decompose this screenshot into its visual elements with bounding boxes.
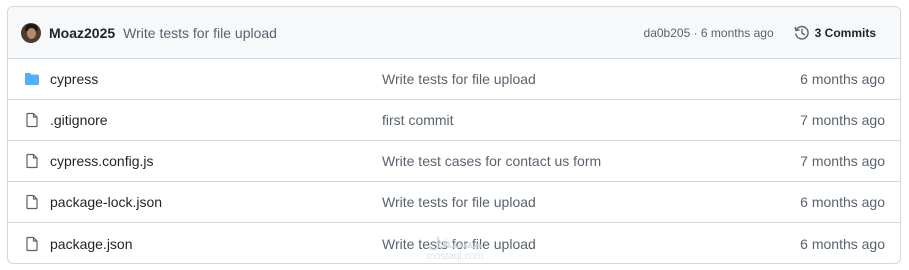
file-commit-message-link[interactable]: Write tests for file upload [382,194,800,210]
commits-label: 3 Commits [814,25,876,40]
file-name-link[interactable]: cypress.config.js [50,153,382,169]
file-commit-message-link[interactable]: Write test cases for contact us form [382,153,800,169]
latest-commit-bar: Moaz2025 Write tests for file upload da0… [8,7,900,59]
file-row[interactable]: cypress.config.js Write test cases for co… [8,141,900,182]
watermark: مستقل mostaql.com [420,236,490,262]
commit-author-link[interactable]: Moaz2025 [49,25,115,41]
file-row[interactable]: .gitignore first commit 7 months ago [8,100,900,141]
file-name-link[interactable]: cypress [50,71,382,87]
watermark-arabic: مستقل [427,235,483,252]
history-icon [794,25,809,40]
file-commit-age: 7 months ago [800,153,885,169]
file-commit-message-link[interactable]: Write tests for file upload [382,71,800,87]
file-commit-age: 6 months ago [800,194,885,210]
file-name-link[interactable]: .gitignore [50,112,382,128]
file-commit-age: 6 months ago [800,71,885,87]
file-browser: Moaz2025 Write tests for file upload da0… [7,6,901,264]
file-icon [24,194,42,210]
file-row[interactable]: cypress Write tests for file upload 6 mont… [8,59,900,100]
file-list: cypress Write tests for file upload 6 mont… [8,59,900,263]
commit-sha-age[interactable]: da0b205 · 6 months ago [644,26,774,40]
file-commit-message-link[interactable]: first commit [382,112,800,128]
commit-message-link[interactable]: Write tests for file upload [123,25,277,41]
file-row[interactable]: package-lock.json Write tests for file up… [8,182,900,223]
folder-icon [24,71,42,87]
file-commit-age: 7 months ago [800,112,885,128]
file-icon [24,236,42,252]
commits-link[interactable]: 3 Commits [790,25,888,41]
file-icon [24,153,42,169]
file-icon [24,112,42,128]
avatar-face [27,27,36,39]
avatar[interactable] [21,22,41,43]
file-name-link[interactable]: package-lock.json [50,194,382,210]
file-name-link[interactable]: package.json [50,236,382,252]
file-commit-age: 6 months ago [800,235,885,252]
watermark-latin: mostaql.com [426,251,484,262]
